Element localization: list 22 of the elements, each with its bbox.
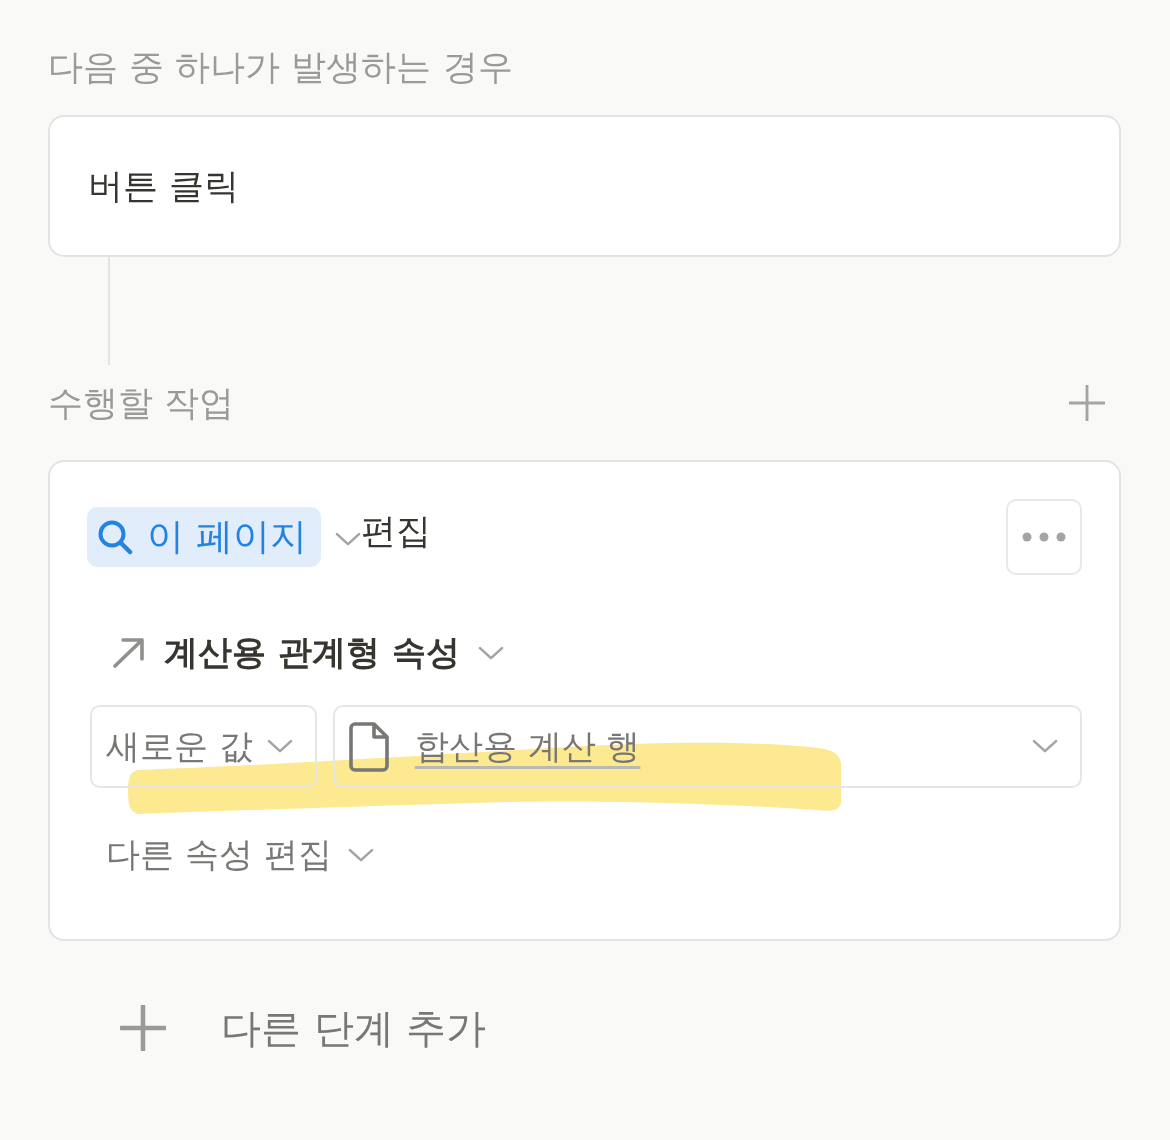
chevron-down-icon (347, 847, 374, 863)
more-button[interactable] (1006, 499, 1082, 575)
chevron-down-icon[interactable] (334, 531, 361, 547)
chevron-down-icon (266, 739, 293, 754)
property-select[interactable]: 계산용 관계형 속성 (112, 631, 504, 675)
plus-icon (1069, 385, 1105, 421)
trigger-label: 버튼 클릭 (88, 164, 240, 208)
add-step-button[interactable]: 다른 단계 추가 (120, 998, 487, 1058)
target-page-chip[interactable]: 이 페이지 (87, 507, 321, 567)
plus-icon (120, 1005, 166, 1051)
add-action-button[interactable] (1069, 385, 1105, 421)
actions-heading: 수행할 작업 (48, 381, 235, 425)
arrow-up-right-icon (112, 637, 146, 669)
edit-other-property-button[interactable]: 다른 속성 편집 (106, 833, 374, 877)
page-icon (348, 721, 389, 772)
value-mode-select[interactable]: 새로운 값 (90, 705, 317, 788)
chevron-down-icon (1032, 739, 1058, 754)
chevron-down-icon (477, 645, 504, 661)
search-icon (97, 519, 133, 555)
action-verb: 편집 (360, 509, 431, 553)
trigger-heading: 다음 중 하나가 발생하는 경우 (48, 46, 514, 89)
more-icon (1022, 532, 1066, 542)
